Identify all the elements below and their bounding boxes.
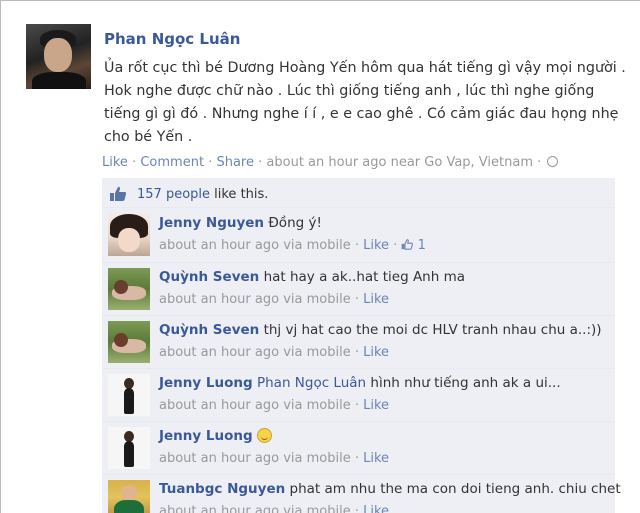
post-message: Ủa rốt cục thì bé Dương Hoàng Yến hôm qu…: [104, 57, 636, 149]
commenter-avatar[interactable]: [108, 480, 150, 513]
comment-like-count[interactable]: 1: [418, 238, 426, 253]
post-author-name[interactable]: Phan Ngọc Luân: [104, 30, 240, 48]
commenter-avatar[interactable]: [108, 214, 150, 256]
comment-like-link[interactable]: Like: [363, 451, 389, 466]
smiley-icon: [256, 428, 272, 443]
comment-item: Tuanbgc Nguyen phat am nhu the ma con do…: [102, 475, 621, 513]
comment-timestamp[interactable]: about an hour ago via mobile: [159, 238, 351, 253]
share-link[interactable]: Share: [216, 155, 254, 170]
comment-timestamp[interactable]: about an hour ago via mobile: [159, 504, 351, 513]
commenter-name[interactable]: Quỳnh Seven: [159, 269, 259, 285]
commenter-avatar[interactable]: [108, 268, 150, 310]
commenter-name[interactable]: Jenny Luong: [159, 428, 253, 444]
message-line: tiếng gì gì đó . Nhưng nghe í í , e e ca…: [104, 106, 619, 122]
like-link[interactable]: Like: [102, 155, 128, 170]
comment-text: Đồng ý!: [268, 215, 322, 231]
comment-timestamp[interactable]: about an hour ago via mobile: [159, 398, 351, 413]
message-line: Ủa rốt cục thì bé Dương Hoàng Yến hôm qu…: [104, 60, 626, 76]
post-action-bar: Like · Comment · Share · about an hour a…: [102, 155, 559, 170]
post-timestamp-location[interactable]: about an hour ago near Go Vap, Vietnam: [266, 155, 533, 170]
comment-link[interactable]: Comment: [140, 155, 204, 170]
likes-summary: 157 people like this.: [102, 180, 615, 208]
comment-like-link[interactable]: Like: [363, 292, 389, 307]
comment-item: Jenny Luong about an hour ago via mobile…: [102, 422, 615, 475]
globe-icon[interactable]: [547, 156, 559, 167]
thumbs-up-icon: [110, 186, 127, 201]
commenter-name[interactable]: Quỳnh Seven: [159, 322, 259, 338]
comment-like-link[interactable]: Like: [363, 345, 389, 360]
comment-like-link[interactable]: Like: [363, 238, 389, 253]
comment-item: Jenny Nguyen Đồng ý! about an hour ago v…: [102, 209, 615, 263]
comment-text: hat hay a ak..hat tieg Anh ma: [263, 269, 466, 285]
comment-text: thj vj hat cao the moi dc HLV tranh nhau…: [263, 322, 602, 338]
message-line: Hok nghe được chữ nào . Lúc thì giống ti…: [104, 83, 595, 99]
commenter-avatar[interactable]: [108, 321, 150, 363]
commenter-name[interactable]: Tuanbgc Nguyen: [159, 481, 285, 497]
likers-link[interactable]: 157 people: [137, 187, 210, 202]
author-avatar[interactable]: [26, 24, 91, 89]
story-container: Phan Ngọc Luân Ủa rốt cục thì bé Dương H…: [0, 0, 640, 513]
comment-text: hình như tiếng anh ak a ui...: [366, 375, 561, 391]
comment-text: phat am nhu the ma con doi tieng anh. ch…: [289, 481, 621, 497]
comment-item: Quỳnh Seven hat hay a ak..hat tieg Anh m…: [102, 263, 615, 316]
comment-like-link[interactable]: Like: [363, 504, 389, 513]
feedback-area: 157 people like this. Jenny Nguyen Đồng …: [102, 178, 621, 513]
comment-item: Quỳnh Seven thj vj hat cao the moi dc HL…: [102, 316, 615, 369]
commenter-avatar[interactable]: [108, 427, 150, 469]
comment-item: Jenny Luong Phan Ngọc Luân hình như tiến…: [102, 369, 615, 422]
thumbs-up-icon[interactable]: [401, 239, 414, 250]
comment-timestamp[interactable]: about an hour ago via mobile: [159, 451, 351, 466]
commenter-name[interactable]: Jenny Luong: [159, 375, 253, 391]
commenter-name[interactable]: Jenny Nguyen: [159, 215, 264, 231]
commenter-avatar[interactable]: [108, 374, 150, 416]
comment-timestamp[interactable]: about an hour ago via mobile: [159, 292, 351, 307]
mention-link[interactable]: Phan Ngọc Luân: [257, 375, 366, 391]
comment-timestamp[interactable]: about an hour ago via mobile: [159, 345, 351, 360]
message-line: cho bé Yến .: [104, 129, 193, 145]
comment-like-link[interactable]: Like: [363, 398, 389, 413]
